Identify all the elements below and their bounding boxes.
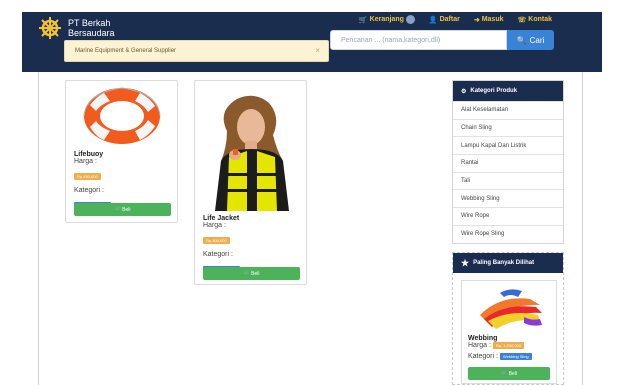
buy-label: Beli [122,206,131,213]
category-item[interactable]: Wire Rope Sling [453,224,563,243]
notice-text: Marine Equipment & General Supplier [75,48,177,54]
brand-name: PT Berkah Bersaudara [68,18,138,38]
gears-icon: ⚙ [461,88,467,95]
search-input[interactable]: Pencarian ... (nama,kategori,dll) [330,30,507,50]
search-placeholder: Pencarian ... (nama,kategori,dll) [341,36,441,44]
nav-login[interactable]: ➜ Masuk [474,16,504,24]
user-icon: 👤 [428,16,438,24]
buy-label: Beli [508,370,517,377]
close-icon[interactable]: × [315,46,320,55]
price-label: Harga : [468,342,491,349]
buy-label: Beli [251,270,260,277]
category-panel-title: Kategori Produk [470,88,518,94]
top-strip [0,0,620,12]
buy-button[interactable]: 🛒 Beli [468,367,550,380]
popular-product-card[interactable]: Webbing Harga : Rp. 1,200,000 Kategori :… [461,280,557,384]
search-icon: 🔍 [516,35,527,45]
search-button[interactable]: 🔍 Cari [507,30,554,50]
nav-contact-label: Kontak [528,16,552,23]
category-item[interactable]: Rantai [453,154,563,172]
product-image-life-jacket[interactable] [207,91,297,211]
category-badge[interactable]: Webbing Sling [499,353,532,360]
popular-panel-header: ★ Paling Banyak Dilihat [453,253,563,273]
nav-register-label: Daftar [439,16,460,23]
buy-button[interactable]: 🛒 Beli [74,203,171,216]
category-item[interactable]: Lampu Kapal Dan Listrik [453,136,563,154]
login-icon: ➜ [473,16,480,24]
category-panel: ⚙ Kategori Produk Alat Keselamatan Chain… [452,80,564,244]
category-label: Kategori : [468,353,498,360]
price-badge: Rp.450,000 [74,173,101,180]
cart-icon: 🛒 [358,16,368,24]
popular-panel-title: Paling Banyak Dilihat [473,260,535,266]
category-item[interactable]: Tali [453,171,563,190]
search-button-label: Cari [529,35,545,45]
category-panel-header: ⚙ Kategori Produk [453,81,563,101]
cart-icon: 🛒 [114,206,123,213]
product-card-life-jacket[interactable]: Life Jacket Harga : Rp.300,000 Kategori … [194,80,307,285]
price-label: Harga : [203,222,226,229]
nav-login-label: Masuk [481,16,504,23]
nav-cart[interactable]: 🛒 Keranjang [359,15,415,24]
price-row: Harga : Rp. 1,200,000 [468,342,548,349]
cart-icon: 🛒 [243,270,252,277]
product-info: Webbing Harga : Rp. 1,200,000 Kategori :… [468,335,548,360]
product-card-lifebuoy[interactable]: Lifebuoy Harga : Rp.450,000 Kategori : A… [65,80,178,223]
nav-cart-label: Keranjang [369,16,404,23]
product-name[interactable]: Life Jacket [203,215,298,222]
price-label: Harga : [74,158,97,165]
notice-bar: Marine Equipment & General Supplier × [64,40,329,62]
brand[interactable]: PT Berkah Bersaudara [38,15,138,41]
category-item[interactable]: Webbing Sling [453,189,563,207]
product-name[interactable]: Lifebuoy [74,151,169,158]
popular-panel: ★ Paling Banyak Dilihat Webbing Harga : … [452,252,564,385]
category-label: Kategori : [74,187,104,194]
price-badge: Rp.300,000 [203,237,230,244]
product-image-lifebuoy[interactable] [76,83,169,147]
star-icon: ★ [461,257,470,268]
buy-button[interactable]: 🛒 Beli [203,267,300,280]
brand-line2: Bersaudara [68,28,115,38]
nav-contact[interactable]: ☏ Kontak [518,16,553,24]
ship-wheel-icon [38,16,62,40]
cart-badge [405,15,415,24]
category-item[interactable]: Chain Sling [453,118,563,137]
product-image-webbing[interactable] [470,285,550,331]
category-row: Kategori : Webbing Sling [468,353,548,360]
nav-links: 🛒 Keranjang 👤 Daftar ➜ Masuk ☏ Kontak [359,15,552,24]
category-item[interactable]: Wire Rope [453,207,563,225]
cart-icon: 🛒 [501,370,509,377]
product-name[interactable]: Webbing [468,335,548,342]
brand-line1: PT Berkah [68,18,111,28]
category-item[interactable]: Alat Keselamatan [453,101,563,119]
nav-register[interactable]: 👤 Daftar [429,16,460,24]
phone-icon: ☏ [517,16,527,24]
price-badge: Rp. 1,200,000 [492,342,525,349]
category-label: Kategori : [203,251,233,258]
